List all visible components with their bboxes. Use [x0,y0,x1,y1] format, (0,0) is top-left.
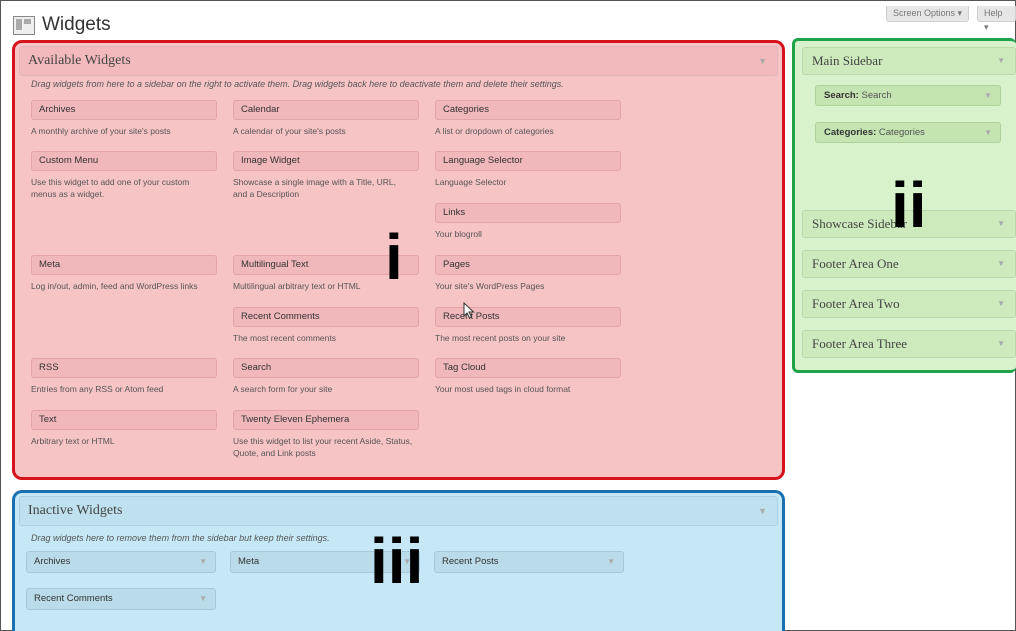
widget-desc: Your blogroll [435,229,482,239]
widget-desc: Entries from any RSS or Atom feed [31,384,164,394]
chevron-down-icon[interactable]: ▼ [997,291,1005,317]
chevron-down-icon[interactable]: ▼ [758,497,767,525]
sidebars-panel: Main Sidebar ▼ Search: Search ▼ Categori… [792,38,1016,373]
chevron-down-icon[interactable]: ▼ [199,589,207,609]
inactive-widget-label: Recent Posts [442,556,499,567]
available-widgets-header[interactable]: Available Widgets ▼ [19,46,778,76]
main-sidebar-title: Main Sidebar [812,53,883,68]
widget-desc: Your most used tags in cloud format [435,384,571,394]
widget-title: Search [861,90,892,101]
widget-search[interactable]: Search [233,358,419,378]
annotation-iii: iii [370,525,424,597]
sidebar-title: Footer Area Two [812,296,900,311]
widget-title: Categories [878,127,925,138]
widget-desc: Use this widget to add one of your custo… [31,177,190,199]
widget-tag-cloud[interactable]: Tag Cloud [435,358,621,378]
widget-desc: A list or dropdown of categories [435,126,554,136]
chevron-down-icon[interactable]: ▼ [758,47,767,75]
widget-twenty-eleven-ephemera[interactable]: Twenty Eleven Ephemera [233,410,419,430]
widget-desc: Language Selector [435,177,507,187]
annotation-ii: ii [891,169,927,241]
widget-meta[interactable]: Meta [31,255,217,275]
main-sidebar-header[interactable]: Main Sidebar ▼ [802,47,1016,75]
annotation-i: i [385,221,403,293]
widget-categories[interactable]: Categories [435,100,621,120]
sidebar-widget-categories[interactable]: Categories: Categories ▼ [815,122,1001,143]
mouse-cursor-icon [463,302,475,319]
widget-custom-menu[interactable]: Custom Menu [31,151,217,171]
widget-desc: A monthly archive of your site's posts [31,126,171,136]
chevron-down-icon[interactable]: ▼ [199,552,207,572]
chevron-down-icon[interactable]: ▼ [997,211,1005,237]
widget-archives[interactable]: Archives [31,100,217,120]
widget-type: Search: [824,90,859,101]
inactive-widget-label: Meta [238,556,260,567]
inactive-widget-label: Archives [34,556,71,567]
page-title: Widgets [42,14,111,35]
available-widgets-description: Drag widgets from here to a sidebar on t… [31,79,564,89]
widget-type: Categories: [824,127,877,138]
sidebar-title: Footer Area One [812,256,899,271]
widget-text[interactable]: Text [31,410,217,430]
chevron-down-icon[interactable]: ▼ [997,48,1005,74]
widget-desc: Your site's WordPress Pages [435,281,545,291]
widget-desc: Log in/out, admin, feed and WordPress li… [31,281,198,291]
help-button[interactable]: Help ▾ [977,6,1016,32]
inactive-widget-label: Recent Comments [34,593,113,604]
sidebar-footer-area-two[interactable]: Footer Area Two ▼ [802,290,1016,318]
chevron-down-icon[interactable]: ▼ [997,331,1005,357]
widget-desc: Arbitrary text or HTML [31,436,115,446]
chevron-down-icon[interactable]: ▼ [997,251,1005,277]
widget-pages[interactable]: Pages [435,255,621,275]
widget-recent-comments[interactable]: Recent Comments [233,307,419,327]
chevron-down-icon[interactable]: ▼ [984,123,992,142]
widget-desc: A search form for your site [233,384,333,394]
chevron-down-icon[interactable]: ▼ [607,552,615,572]
inactive-widgets-title: Inactive Widgets [28,503,123,518]
widget-calendar[interactable]: Calendar [233,100,419,120]
widget-desc: Use this widget to list your recent Asid… [233,436,413,458]
widget-desc: The most recent comments [233,333,336,343]
inactive-widgets-description: Drag widgets here to remove them from th… [31,533,330,543]
widget-links[interactable]: Links [435,203,621,223]
sidebar-widget-search[interactable]: Search: Search ▼ [815,85,1001,106]
sidebar-title: Footer Area Three [812,336,908,351]
widget-image-widget[interactable]: Image Widget [233,151,419,171]
inactive-widget-archives[interactable]: Archives ▼ [26,551,216,573]
widget-desc: Showcase a single image with a Title, UR… [233,177,396,199]
widget-desc: The most recent posts on your site [435,333,566,343]
inactive-widgets-panel: Inactive Widgets ▼ Drag widgets here to … [12,490,785,631]
screen-options-button[interactable]: Screen Options ▾ [886,6,970,22]
available-widgets-title: Available Widgets [28,53,131,68]
chevron-down-icon[interactable]: ▼ [984,86,992,105]
inactive-widgets-header[interactable]: Inactive Widgets ▼ [19,496,778,526]
widget-desc: A calendar of your site's posts [233,126,346,136]
widgets-icon [13,16,35,35]
available-widgets-panel: Available Widgets ▼ Drag widgets from he… [12,40,785,480]
inactive-widget-recent-comments[interactable]: Recent Comments ▼ [26,588,216,610]
inactive-widget-recent-posts[interactable]: Recent Posts ▼ [434,551,624,573]
sidebar-footer-area-one[interactable]: Footer Area One ▼ [802,250,1016,278]
widget-rss[interactable]: RSS [31,358,217,378]
sidebar-footer-area-three[interactable]: Footer Area Three ▼ [802,330,1016,358]
widget-language-selector[interactable]: Language Selector [435,151,621,171]
